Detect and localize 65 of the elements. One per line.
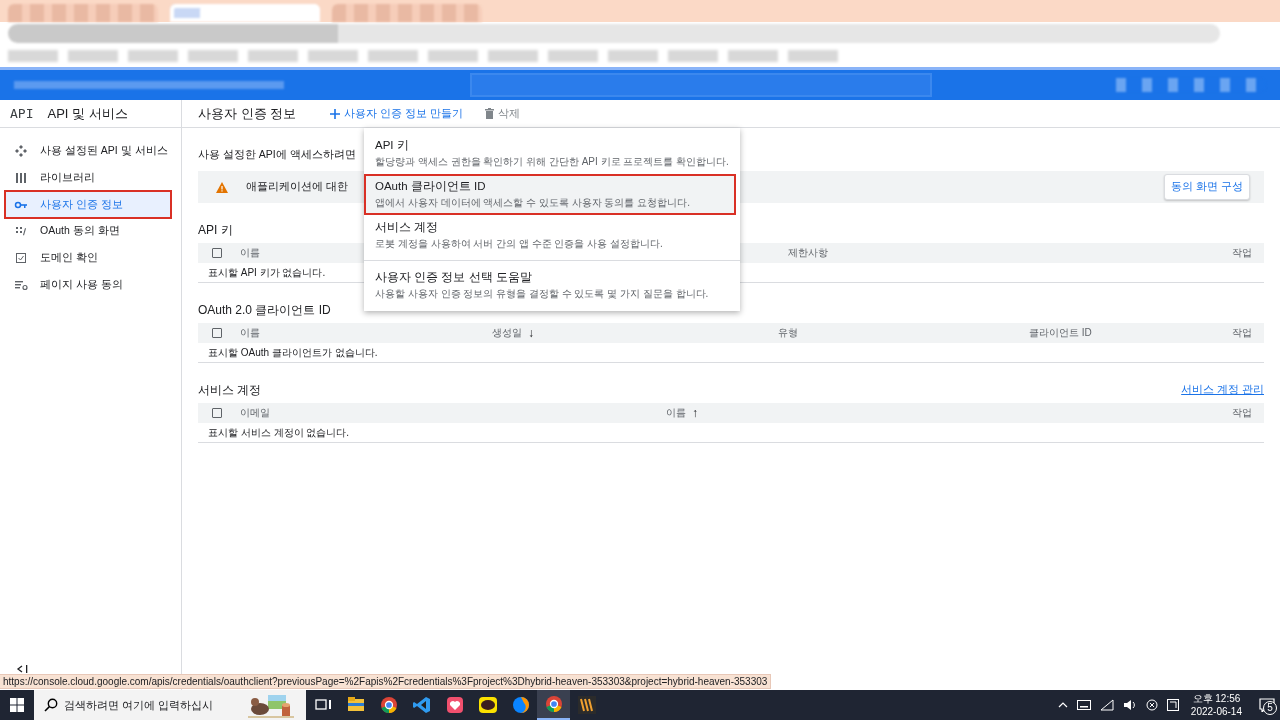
stripes-app-icon: [576, 695, 597, 715]
taskbar-search-field[interactable]: 검색하려면 여기에 입력하십시: [64, 699, 240, 711]
empty-message: 표시할 서비스 계정이 없습니다.: [198, 423, 1264, 443]
column-header[interactable]: 작업: [1232, 246, 1252, 260]
api-logo: API: [10, 106, 34, 121]
sidebar-item[interactable]: 페이지 사용 동의: [0, 271, 181, 299]
column-header[interactable]: 클라이언트 ID: [1029, 326, 1232, 340]
chevron-up-icon: [1057, 702, 1068, 708]
select-all-checkbox[interactable]: [212, 248, 222, 258]
diamond-icon: [14, 144, 28, 159]
column-header[interactable]: 작업: [1232, 326, 1252, 340]
sidebar-item[interactable]: 도메인 확인: [0, 244, 181, 272]
section-heading: OAuth 2.0 클라이언트 ID: [198, 301, 331, 319]
page-title: 사용자 인증 정보: [198, 104, 297, 123]
menu-item[interactable]: 서비스 계정 로봇 계정을 사용하여 서버 간의 앱 수준 인증을 사용 설정합니다.: [364, 215, 740, 256]
sort-arrow: ↓: [528, 326, 534, 340]
windows-icon: [10, 698, 24, 712]
code-editor-icon: [411, 695, 432, 715]
collapse-icon: [16, 664, 30, 674]
status-url: https://console.cloud.google.com/apis/credentials/oauthclient?previousPage=%2Fapis%2Fcredentials%3Fproject%3Dhybrid-heaven-353303&project=hybrid-heaven-353303: [0, 674, 772, 689]
check-box-icon: [14, 251, 28, 266]
menu-item[interactable]: API 키 할당량과 액세스 권한을 확인하기 위해 간단한 API 키로 프로젝트를 확인합니다.: [364, 133, 740, 174]
clock-time[interactable]: 오후 12:56: [1192, 692, 1241, 705]
select-all-checkbox[interactable]: [212, 408, 222, 418]
sidebar-item[interactable]: 라이브러리: [0, 164, 181, 192]
section-heading: 서비스 계정: [198, 381, 262, 399]
sidebar-item[interactable]: OAuth 동의 화면: [0, 218, 181, 245]
trash-icon: [485, 108, 494, 119]
column-header[interactable]: 이름 ↑: [666, 406, 1232, 420]
close-circle-icon: [1145, 699, 1158, 711]
section-heading: API 키: [198, 221, 233, 239]
column-header[interactable]: 이름: [240, 326, 492, 340]
column-header[interactable]: 작업: [1232, 406, 1252, 420]
sort-arrow: ↑: [692, 406, 698, 420]
notification-count: 5: [1263, 701, 1277, 715]
empty-message: 표시할 OAuth 클라이언트가 없습니다.: [198, 343, 1264, 363]
sidebar-item[interactable]: 사용자 인증 정보: [5, 191, 171, 219]
manage-link[interactable]: 서비스 계정 관리: [1181, 383, 1264, 397]
keyboard-icon: [1076, 700, 1091, 710]
sidebar-item[interactable]: 사용 설정된 API 및 서비스: [0, 138, 181, 165]
taskbar-app[interactable]: [537, 690, 570, 720]
plus-icon: [330, 108, 341, 119]
heart-app-icon: [444, 695, 465, 715]
intro-text: 사용 설정한 API에 액세스하려면: [198, 148, 356, 162]
grid-icon: [14, 171, 28, 186]
taskbar-search-box[interactable]: 검색하려면 여기에 입력하십시: [34, 690, 306, 720]
speaker-icon: [1122, 699, 1137, 711]
blurred-search-field[interactable]: [470, 73, 932, 97]
column-header[interactable]: 생성일 ↓: [492, 326, 778, 340]
chrome-icon: [378, 695, 399, 715]
select-all-checkbox[interactable]: [212, 328, 222, 338]
column-header[interactable]: 제한사항: [788, 246, 1232, 260]
search-icon: [44, 698, 58, 712]
section-title: API 및 서비스: [47, 104, 128, 123]
column-header[interactable]: 유형: [778, 326, 1029, 340]
column-header[interactable]: 이메일: [240, 406, 666, 420]
configure-consent-button[interactable]: 동의 화면 구성: [1164, 174, 1250, 200]
chrome-icon: [543, 694, 564, 714]
warning-text: 애플리케이션에 대한: [246, 180, 348, 194]
chat-app-icon: [477, 695, 498, 715]
clock-date[interactable]: 2022-06-14: [1190, 705, 1242, 718]
firefox-icon: [510, 695, 531, 715]
warning-icon: [216, 181, 228, 193]
menu-item[interactable]: OAuth 클라이언트 ID 앱에서 사용자 데이터에 액세스할 수 있도록 사용자 동의를 요청합니다.: [364, 174, 736, 215]
create-credentials-button[interactable]: 사용자 인증 정보 만들기: [326, 103, 467, 124]
